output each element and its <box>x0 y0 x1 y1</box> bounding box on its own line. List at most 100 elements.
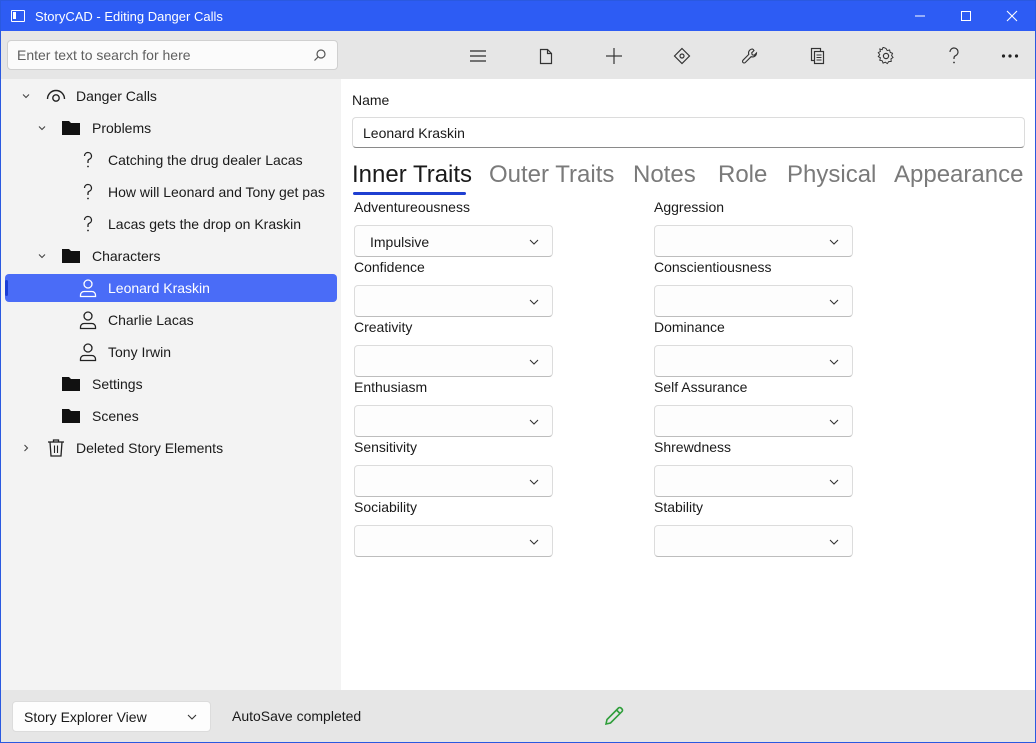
name-input[interactable] <box>352 117 1025 148</box>
creativity-label: Creativity <box>354 319 413 335</box>
chevron-down-icon[interactable] <box>37 251 47 261</box>
adventureousness-dropdown[interactable]: Impulsive <box>354 225 553 257</box>
close-button[interactable] <box>989 1 1035 31</box>
chevron-down-icon <box>529 359 539 365</box>
sensitivity-dropdown[interactable] <box>354 465 553 497</box>
self-assurance-label: Self Assurance <box>654 379 748 395</box>
search-input[interactable] <box>8 41 312 69</box>
dominance-dropdown[interactable] <box>654 345 853 377</box>
tab-inner-traits[interactable]: Inner Traits <box>352 161 472 189</box>
tree-item-deleted[interactable]: Deleted Story Elements <box>5 434 337 462</box>
story-overview-icon <box>46 89 66 102</box>
reports-icon <box>810 47 825 65</box>
tab-physical[interactable]: Physical <box>787 161 876 189</box>
chevron-down-icon <box>529 299 539 305</box>
tab-appearance[interactable]: Appearance <box>894 161 1023 189</box>
dropdown-value: Impulsive <box>370 234 430 250</box>
question-mark-icon <box>83 215 93 232</box>
view-selector-dropdown[interactable]: Story Explorer View <box>12 701 211 732</box>
navigation-icon <box>673 47 691 65</box>
shrewdness-label: Shrewdness <box>654 439 732 455</box>
navigate-button[interactable] <box>670 44 694 68</box>
dominance-label: Dominance <box>654 319 725 335</box>
tree-item-character[interactable]: Tony Irwin <box>5 338 337 366</box>
maximize-icon <box>961 11 971 21</box>
search-box <box>7 40 338 70</box>
tree-item-problem[interactable]: Catching the drug dealer Lacas <box>5 146 337 174</box>
add-button[interactable] <box>602 44 626 68</box>
settings-gear-icon <box>877 47 894 65</box>
enthusiasm-label: Enthusiasm <box>354 379 428 395</box>
tree-item-scenes[interactable]: Scenes <box>5 402 337 430</box>
confidence-label: Confidence <box>354 259 425 275</box>
conscientiousness-label: Conscientiousness <box>654 259 772 275</box>
tree-item-character-selected[interactable]: Leonard Kraskin <box>5 274 337 302</box>
chevron-down-icon <box>829 359 839 365</box>
person-icon <box>79 279 97 298</box>
chevron-down-icon <box>829 239 839 245</box>
minimize-icon <box>915 15 925 17</box>
tree-item-label: Catching the drug dealer Lacas <box>108 152 303 168</box>
tree-item-label: Characters <box>92 248 161 264</box>
selection-indicator <box>5 280 8 296</box>
tree-item-label: Deleted Story Elements <box>76 440 224 456</box>
chevron-down-icon[interactable] <box>37 123 47 133</box>
window-title: StoryCAD - Editing Danger Calls <box>35 8 223 24</box>
toolbar <box>1 31 1035 79</box>
name-label: Name <box>352 92 390 108</box>
aggression-dropdown[interactable] <box>654 225 853 257</box>
more-icon <box>1001 54 1019 58</box>
tools-button[interactable] <box>738 44 762 68</box>
confidence-dropdown[interactable] <box>354 285 553 317</box>
view-selector-value: Story Explorer View <box>24 709 147 725</box>
pencil-edit-icon[interactable] <box>603 705 625 727</box>
tree-item-story-root[interactable]: Danger Calls <box>5 82 337 110</box>
sociability-dropdown[interactable] <box>354 525 553 557</box>
person-icon <box>79 311 97 330</box>
story-explorer-tree: Danger Calls Problems Catching the drug … <box>1 79 340 690</box>
trash-icon <box>48 439 64 457</box>
chevron-right-icon[interactable] <box>21 443 31 453</box>
tree-item-label: How will Leonard and Tony get pas <box>108 184 325 200</box>
self-assurance-dropdown[interactable] <box>654 405 853 437</box>
chevron-down-icon <box>829 299 839 305</box>
maximize-button[interactable] <box>943 1 989 31</box>
chevron-down-icon[interactable] <box>21 91 31 101</box>
folder-icon <box>62 249 80 263</box>
folder-icon <box>62 377 80 391</box>
chevron-down-icon <box>829 539 839 545</box>
tree-item-problem[interactable]: Lacas gets the drop on Kraskin <box>5 210 337 238</box>
menu-button[interactable] <box>466 44 490 68</box>
stability-dropdown[interactable] <box>654 525 853 557</box>
chevron-down-icon <box>187 714 197 720</box>
help-button[interactable] <box>942 44 966 68</box>
creativity-dropdown[interactable] <box>354 345 553 377</box>
tab-role[interactable]: Role <box>718 161 767 189</box>
help-icon <box>949 47 959 64</box>
chevron-down-icon <box>829 419 839 425</box>
conscientiousness-dropdown[interactable] <box>654 285 853 317</box>
enthusiasm-dropdown[interactable] <box>354 405 553 437</box>
title-bar: StoryCAD - Editing Danger Calls <box>1 1 1035 31</box>
tree-item-label: Tony Irwin <box>108 344 172 360</box>
new-file-button[interactable] <box>534 44 558 68</box>
tree-item-character[interactable]: Charlie Lacas <box>5 306 337 334</box>
chevron-down-icon <box>829 479 839 485</box>
reports-button[interactable] <box>806 44 830 68</box>
tree-item-settings[interactable]: Settings <box>5 370 337 398</box>
minimize-button[interactable] <box>897 1 943 31</box>
tree-item-label: Scenes <box>92 408 139 424</box>
tree-item-problems[interactable]: Problems <box>5 114 337 142</box>
settings-button[interactable] <box>874 44 898 68</box>
more-button[interactable] <box>998 44 1022 68</box>
question-mark-icon <box>83 183 93 200</box>
chevron-down-icon <box>529 239 539 245</box>
tab-notes[interactable]: Notes <box>633 161 696 189</box>
tree-item-problem[interactable]: How will Leonard and Tony get pas <box>5 178 337 206</box>
chevron-down-icon <box>529 419 539 425</box>
tree-item-characters[interactable]: Characters <box>5 242 337 270</box>
search-icon[interactable] <box>313 48 327 62</box>
tree-item-label: Charlie Lacas <box>108 312 194 328</box>
shrewdness-dropdown[interactable] <box>654 465 853 497</box>
tab-outer-traits[interactable]: Outer Traits <box>489 161 614 189</box>
